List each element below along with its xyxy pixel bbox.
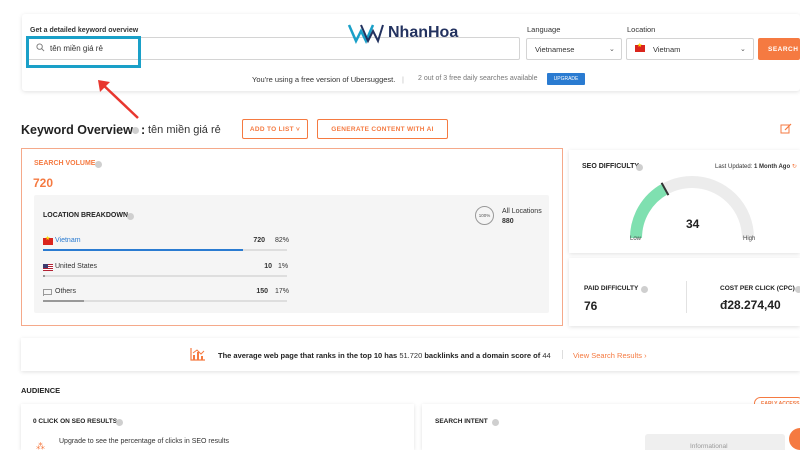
paid-cpc-card: [569, 258, 800, 326]
search-volume-label: SEARCH VOLUME: [34, 160, 96, 167]
title-colon: :: [141, 123, 146, 137]
breakdown-row-percent: 17%: [275, 288, 290, 295]
info-icon[interactable]: [132, 127, 139, 134]
search-volume-value: 720: [33, 176, 54, 190]
vietnam-flag-icon: [43, 235, 53, 245]
red-arrow-annotation-icon: [98, 80, 139, 119]
breakdown-bar-fill: [43, 300, 84, 302]
free-version-notice: You're using a free version of Ubersugge…: [252, 75, 396, 84]
upgrade-button[interactable]: UPGRADE: [547, 73, 585, 85]
overview-keyword: tên miền giá rẻ: [148, 124, 221, 136]
breakdown-row-value: 150: [256, 288, 268, 295]
language-label: Language: [527, 25, 561, 34]
card-divider: [686, 281, 687, 313]
nhanhoa-logo-text: NhanHoa: [388, 24, 459, 41]
keyword-input-label: Get a detailed keyword overview: [30, 27, 139, 34]
free-search-count: 2 out of 3 free daily searches available: [418, 75, 538, 82]
search-button[interactable]: SEARCH: [758, 38, 800, 60]
location-selected: Vietnam: [653, 45, 681, 54]
view-search-results-link[interactable]: View Search Results ›: [573, 351, 647, 360]
spark-icon: ⁂: [36, 441, 45, 450]
breakdown-bar-fill: [43, 275, 45, 277]
last-updated: Last Updated: 1 Month Ago ↻: [715, 164, 797, 170]
seo-difficulty-gauge: [629, 176, 754, 239]
zero-click-label: 0 CLICK ON SEO RESULTS: [33, 418, 118, 425]
cpc-value: đ28.274,40: [720, 298, 781, 312]
keyword-highlight-annotation: [26, 36, 141, 68]
breakdown-bar-track: [43, 275, 287, 277]
page-title: Keyword Overview: [21, 123, 133, 137]
all-locations-label: All Locations: [502, 208, 542, 215]
breakdown-bar-fill: [43, 249, 243, 251]
audience-title: AUDIENCE: [21, 386, 61, 395]
all-locations-circle-icon: 100%: [475, 206, 494, 225]
info-icon[interactable]: [636, 164, 643, 171]
info-icon[interactable]: [795, 286, 800, 293]
bar-chart-icon: [190, 348, 205, 361]
backlinks-summary: The average web page that ranks in the t…: [218, 351, 551, 360]
search-intent-label: SEARCH INTENT: [435, 418, 488, 425]
us-flag-icon: [43, 264, 53, 271]
language-selected: Vietnamese: [535, 45, 575, 54]
paid-difficulty-label: PAID DIFFICULTY: [584, 285, 639, 292]
gauge-fill: [629, 183, 669, 239]
seo-difficulty-value: 34: [686, 217, 700, 231]
info-icon[interactable]: [95, 161, 102, 168]
cpc-label: COST PER CLICK (CPC): [720, 285, 795, 292]
info-icon[interactable]: [116, 419, 123, 426]
flag-outline-icon: [43, 289, 52, 296]
breakdown-row-name[interactable]: Vietnam: [55, 237, 81, 244]
breakdown-row-name[interactable]: United States: [55, 263, 97, 270]
search-intent-value: Informational: [690, 443, 728, 450]
banner-divider: [562, 350, 563, 359]
chevron-down-icon: ⌄: [740, 46, 746, 53]
info-icon[interactable]: [492, 419, 499, 426]
location-select[interactable]: [626, 38, 754, 60]
info-icon[interactable]: [127, 213, 134, 220]
breakdown-row-name: Others: [55, 288, 77, 295]
add-to-list-button[interactable]: ADD TO LIST ˅: [242, 119, 308, 139]
all-locations-value: 880: [502, 218, 514, 225]
breakdown-row-percent: 1%: [278, 263, 289, 270]
chevron-down-icon: ⌄: [609, 46, 615, 53]
vietnam-flag-icon: [635, 42, 645, 52]
zero-click-upgrade-text: Upgrade to see the percentage of clicks …: [59, 438, 230, 445]
breakdown-row-value: 10: [264, 263, 272, 270]
location-breakdown-label: LOCATION BREAKDOWN: [43, 212, 129, 219]
edit-icon[interactable]: [780, 123, 792, 135]
notice-separator: |: [402, 75, 404, 84]
seo-difficulty-label: SEO DIFFICULTY: [582, 163, 640, 170]
breakdown-row-value: 720: [253, 237, 265, 244]
breakdown-row-percent: 82%: [275, 237, 290, 244]
info-icon[interactable]: [641, 286, 648, 293]
gauge-low-label: Low: [630, 236, 642, 242]
gauge-high-label: High: [743, 236, 756, 242]
paid-difficulty-value: 76: [584, 299, 598, 313]
generate-content-button[interactable]: GENERATE CONTENT WITH AI: [317, 119, 448, 139]
location-label: Location: [627, 25, 656, 34]
